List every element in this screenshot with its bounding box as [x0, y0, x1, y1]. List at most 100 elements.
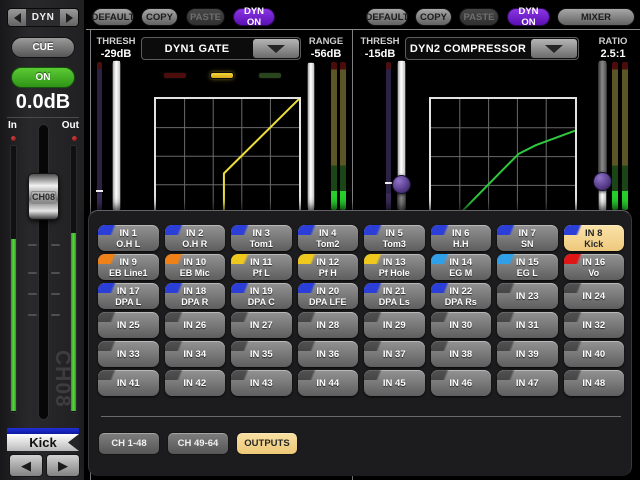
channel-button-in-28[interactable]: IN 28	[298, 312, 359, 338]
dyn2-type-dropdown[interactable]: DYN2 COMPRESSOR	[405, 37, 579, 60]
channel-button-in-16[interactable]: IN 16Vo	[564, 254, 625, 280]
channel-button-in-18[interactable]: IN 18DPA R	[165, 283, 226, 309]
channel-button-in-3[interactable]: IN 3Tom1	[231, 225, 292, 251]
channel-button-in-42[interactable]: IN 42	[165, 370, 226, 396]
meter-in-label: In	[8, 120, 17, 131]
channel-color-swoosh	[298, 312, 328, 322]
channel-button-in-13[interactable]: IN 13Pf Hole	[364, 254, 425, 280]
channel-button-in-47[interactable]: IN 47	[497, 370, 558, 396]
channel-button-in-20[interactable]: IN 20DPA LFE	[298, 283, 359, 309]
channel-name-tag: Kick	[7, 434, 79, 451]
dyn1-copy-button[interactable]: COPY	[141, 8, 178, 26]
comp-out-meter-r	[622, 62, 628, 210]
fader-handle[interactable]: CH08	[28, 173, 59, 220]
channel-button-in-32[interactable]: IN 32	[564, 312, 625, 338]
next-channel-button[interactable]: ▶	[46, 454, 80, 477]
selector-label: DYN	[26, 9, 60, 26]
selector-next-button[interactable]	[60, 9, 78, 26]
gate-out-meter-r	[340, 62, 346, 210]
channel-button-in-1[interactable]: IN 1O.H L	[98, 225, 159, 251]
slider-track	[308, 63, 314, 211]
channel-button-in-38[interactable]: IN 38	[431, 341, 492, 367]
comp-thresh-knob[interactable]	[392, 175, 411, 194]
channel-color-swoosh	[165, 225, 195, 235]
channel-button-in-27[interactable]: IN 27	[231, 312, 292, 338]
gate-led-red	[163, 72, 187, 79]
dyn1-type-dropdown[interactable]: DYN1 GATE	[141, 37, 301, 60]
channel-button-in-26[interactable]: IN 26	[165, 312, 226, 338]
chevron-down-icon	[267, 45, 285, 53]
mixer-button[interactable]: MIXER	[557, 8, 635, 26]
thresh-value: -29dB	[93, 48, 139, 60]
dyn1-default-button[interactable]: DEFAULT	[92, 8, 134, 26]
channel-color-swoosh	[564, 341, 594, 351]
channel-button-in-19[interactable]: IN 19DPA C	[231, 283, 292, 309]
channel-button-in-30[interactable]: IN 30	[431, 312, 492, 338]
channel-color-swoosh	[231, 312, 261, 322]
dropdown-arrow-button[interactable]	[253, 39, 299, 58]
cue-button[interactable]: CUE	[11, 37, 75, 58]
channel-button-in-44[interactable]: IN 44	[298, 370, 359, 396]
channel-button-in-22[interactable]: IN 22DPA Rs	[431, 283, 492, 309]
channel-button-in-5[interactable]: IN 5Tom3	[364, 225, 425, 251]
channel-button-in-6[interactable]: IN 6H.H	[431, 225, 492, 251]
dyn2-default-button[interactable]: DEFAULT	[366, 8, 408, 26]
channel-button-in-17[interactable]: IN 17DPA L	[98, 283, 159, 309]
channel-button-in-46[interactable]: IN 46	[431, 370, 492, 396]
channel-color-swoosh	[98, 341, 128, 351]
channel-button-in-23[interactable]: IN 23	[497, 283, 558, 309]
channel-button-in-39[interactable]: IN 39	[497, 341, 558, 367]
on-button[interactable]: ON	[11, 67, 75, 88]
dyn2-copy-button[interactable]: COPY	[415, 8, 452, 26]
channel-color-swoosh	[431, 225, 461, 235]
channel-button-in-43[interactable]: IN 43	[231, 370, 292, 396]
dyn2-on-button[interactable]: DYN ON	[507, 8, 550, 26]
fader-tick	[28, 293, 37, 295]
channel-button-in-34[interactable]: IN 34	[165, 341, 226, 367]
channel-button-in-11[interactable]: IN 11Pf L	[231, 254, 292, 280]
channel-button-in-29[interactable]: IN 29	[364, 312, 425, 338]
channel-button-in-41[interactable]: IN 41	[98, 370, 159, 396]
channel-button-in-33[interactable]: IN 33	[98, 341, 159, 367]
channel-color-swoosh	[497, 312, 527, 322]
channel-button-in-37[interactable]: IN 37	[364, 341, 425, 367]
prev-channel-button[interactable]: ◀	[9, 454, 43, 477]
channel-button-in-35[interactable]: IN 35	[231, 341, 292, 367]
channel-name-label: O.H R	[182, 239, 207, 249]
channel-button-in-14[interactable]: IN 14EG M	[431, 254, 492, 280]
channel-button-in-24[interactable]: IN 24	[564, 283, 625, 309]
channel-button-in-45[interactable]: IN 45	[364, 370, 425, 396]
channel-name-label: H.H	[453, 239, 469, 249]
channel-color-swoosh	[165, 370, 195, 380]
channel-button-in-48[interactable]: IN 48	[564, 370, 625, 396]
channel-button-in-31[interactable]: IN 31	[497, 312, 558, 338]
fader-track	[38, 124, 49, 420]
thresh-label: THRESH	[357, 36, 403, 47]
channel-button-in-10[interactable]: IN 10EB Mic	[165, 254, 226, 280]
channel-button-in-9[interactable]: IN 9EB Line1	[98, 254, 159, 280]
channel-button-in-25[interactable]: IN 25	[98, 312, 159, 338]
gate-range-slider[interactable]	[307, 62, 315, 210]
bank-tab-ch-1-48[interactable]: CH 1-48	[98, 432, 160, 455]
channel-button-in-36[interactable]: IN 36	[298, 341, 359, 367]
channel-button-in-15[interactable]: IN 15EG L	[497, 254, 558, 280]
comp-ratio-knob[interactable]	[593, 172, 612, 191]
channel-button-in-21[interactable]: IN 21DPA Ls	[364, 283, 425, 309]
channel-color-swoosh	[497, 341, 527, 351]
channel-button-in-2[interactable]: IN 2O.H R	[165, 225, 226, 251]
channel-button-in-12[interactable]: IN 12Pf H	[298, 254, 359, 280]
channel-button-in-7[interactable]: IN 7SN	[497, 225, 558, 251]
dyn1-on-button[interactable]: DYN ON	[233, 8, 275, 26]
channel-button-in-40[interactable]: IN 40	[564, 341, 625, 367]
channel-button-in-8[interactable]: IN 8Kick	[564, 225, 625, 251]
bank-tab-ch-49-64[interactable]: CH 49-64	[167, 432, 229, 455]
channel-name-label: Pf Hole	[379, 268, 410, 278]
divider	[7, 117, 79, 118]
channel-name-label: DPA Ls	[379, 297, 410, 307]
selector-prev-button[interactable]	[8, 9, 26, 26]
channel-name-label: Tom2	[316, 239, 339, 249]
channel-color-swoosh	[497, 370, 527, 380]
bank-tab-outputs[interactable]: OUTPUTS	[236, 432, 298, 455]
dropdown-arrow-button[interactable]	[531, 39, 577, 58]
channel-button-in-4[interactable]: IN 4Tom2	[298, 225, 359, 251]
